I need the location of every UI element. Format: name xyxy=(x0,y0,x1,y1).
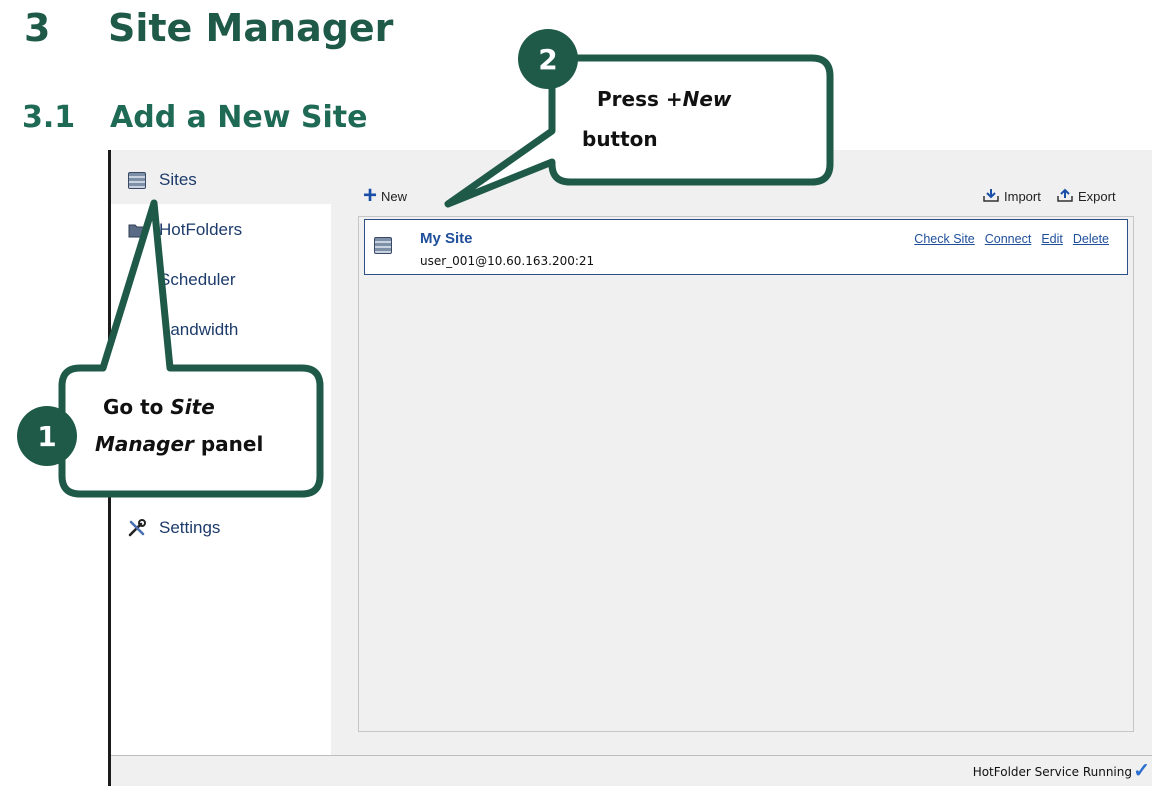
callout-1-line1: Go to Site xyxy=(103,390,215,424)
step-badge-1: 1 xyxy=(17,406,77,466)
callout-1-suffix: panel xyxy=(193,432,264,456)
callout-2-line1: Press +New xyxy=(597,82,731,116)
callout-2-em: +New xyxy=(665,87,732,111)
step-badge-2: 2 xyxy=(518,29,578,89)
callout-1-em2: Manager xyxy=(95,432,194,456)
callout-2-line2: button xyxy=(582,127,658,151)
callout-1-em: Site xyxy=(170,395,215,419)
callout-2-prefix: Press xyxy=(597,87,666,111)
callout-1-line2: Manager panel xyxy=(95,427,263,461)
callout-1-prefix: Go to xyxy=(103,395,171,419)
